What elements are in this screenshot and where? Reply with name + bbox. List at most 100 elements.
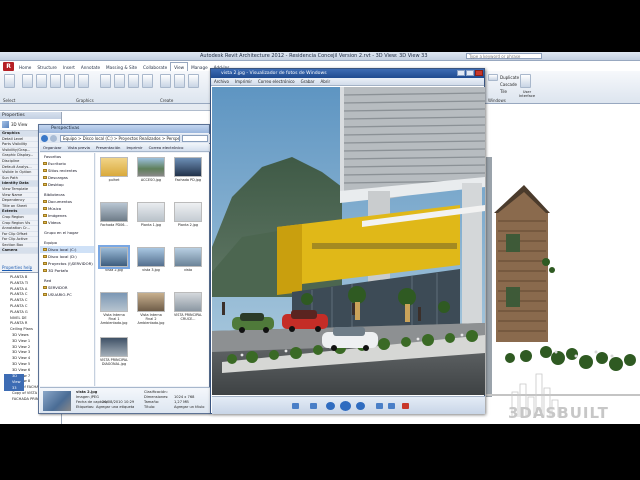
nav-item[interactable]: Disco local (C:): [40, 246, 94, 253]
nav-section-header[interactable]: Red: [40, 277, 94, 284]
minimize-icon[interactable]: [457, 70, 465, 76]
folder-icon: [43, 269, 47, 272]
ribbon-select-button[interactable]: [4, 74, 15, 88]
file-thumbnail[interactable]: vista 3.jpg: [136, 247, 166, 272]
nav-item[interactable]: Desktop: [40, 181, 94, 188]
nav-item[interactable]: 3D Portafo: [40, 267, 94, 274]
nav-item[interactable]: Música: [40, 205, 94, 212]
rotate-right-icon[interactable]: [388, 403, 395, 409]
file-thumbnail[interactable]: vista 2.jpg: [98, 245, 130, 272]
file-name: ACCESO.jpg: [140, 178, 162, 182]
file-thumbnail[interactable]: VISTA PRINCIPAL DIAGONAL.jpg: [99, 337, 129, 366]
ribbon-cascade-button[interactable]: Cascade: [500, 82, 517, 87]
ribbon-tile-button[interactable]: Tile: [500, 89, 507, 94]
image-preview: [137, 202, 165, 222]
file-thumbnail[interactable]: Vista Interna Final 2 Ambientada.jpg: [136, 292, 166, 325]
previous-icon[interactable]: [326, 402, 335, 410]
slideshow-play-icon[interactable]: [340, 401, 351, 411]
ribbon-group-create-label: Create: [160, 98, 174, 103]
image-preview: [100, 292, 128, 312]
zoom-icon[interactable]: [292, 403, 299, 409]
photo-viewer-window: vista 2.jpg - Visualizador de fotos de W…: [210, 68, 485, 414]
ribbon-graphics-button-2[interactable]: [36, 74, 47, 88]
ribbon-user-interface-button[interactable]: [520, 74, 531, 88]
nav-item[interactable]: Escritorio: [40, 160, 94, 167]
nav-item[interactable]: Vídeos: [40, 219, 94, 226]
email-button[interactable]: Correo electrónico: [146, 144, 187, 152]
nav-item[interactable]: Imágenes: [40, 212, 94, 219]
menu-burn[interactable]: Grabar: [298, 78, 318, 86]
slideshow-button[interactable]: Presentación: [93, 144, 123, 152]
menu-open[interactable]: Abrir: [317, 78, 333, 86]
nav-section-header[interactable]: Equipo: [40, 239, 94, 246]
ribbon-create-button-6[interactable]: [188, 74, 199, 88]
tab-view[interactable]: View: [170, 62, 189, 71]
print-button[interactable]: Imprimir: [123, 144, 145, 152]
nav-section-header[interactable]: Grupo en el hogar: [40, 229, 94, 236]
project-browser-item-selected[interactable]: 3D View 33: [4, 374, 24, 392]
file-name: Vista Interna Final 1 Ambientada.jpg: [100, 313, 128, 325]
maximize-icon[interactable]: [466, 70, 474, 76]
nav-item[interactable]: Descargas: [40, 174, 94, 181]
file-thumbnail[interactable]: Fachada PD06...: [99, 202, 129, 227]
delete-icon[interactable]: [402, 403, 409, 409]
nav-item[interactable]: Proyectos (\\SERVIDOR): [40, 260, 94, 267]
menu-file[interactable]: Archivo: [211, 78, 232, 86]
rotate-left-icon[interactable]: [376, 403, 383, 409]
nav-item[interactable]: Documentos: [40, 198, 94, 205]
revit-3d-view-canvas[interactable]: 3DASBUILT: [486, 112, 640, 424]
file-thumbnail[interactable]: Planta 1.jpg: [136, 202, 166, 227]
ribbon-graphics-button-1[interactable]: [22, 74, 33, 88]
ribbon-create-button-1[interactable]: [100, 74, 111, 88]
nav-item[interactable]: SERVIDOR: [40, 284, 94, 291]
menu-print[interactable]: Imprimir: [232, 78, 255, 86]
organize-button[interactable]: Organizar: [40, 144, 65, 152]
file-name: pulhet: [108, 178, 120, 182]
nav-item[interactable]: USUARIO-PC: [40, 291, 94, 298]
file-thumbnail[interactable]: Planta 2.jpg: [173, 202, 203, 227]
ribbon-duplicate-button[interactable]: Duplicate: [500, 75, 519, 80]
ribbon-graphics-button-4[interactable]: [64, 74, 75, 88]
explorer-address-bar[interactable]: Equipo > Disco local (C:) > Proyectos Re…: [60, 135, 180, 142]
detail-date-value: 20/08/2010 10:29: [102, 400, 135, 404]
detail-title-value[interactable]: Agregar un título: [174, 405, 204, 409]
close-icon[interactable]: [475, 70, 483, 76]
photo-render-image[interactable]: [212, 87, 485, 395]
file-thumbnail[interactable]: VISTA PRINCIPAL CRUCE...: [173, 292, 203, 321]
file-thumbnail[interactable]: ACCESO.jpg: [136, 157, 166, 182]
explorer-search-input[interactable]: [182, 135, 208, 142]
folder-icon: [43, 176, 47, 179]
ribbon-group-select-label: Select: [3, 98, 16, 103]
ribbon-create-button-4[interactable]: [160, 74, 171, 88]
forward-arrow-icon[interactable]: [50, 135, 57, 142]
ribbon-create-button-5[interactable]: [174, 74, 185, 88]
ribbon-graphics-button-5[interactable]: [78, 74, 89, 88]
revit-search-input[interactable]: Type a keyword or phrase: [466, 53, 542, 59]
nav-section-header[interactable]: Favoritos: [40, 153, 94, 160]
nav-item[interactable]: Disco local (D:): [40, 253, 94, 260]
file-thumbnail[interactable]: Fachada PD.jpg: [173, 157, 203, 182]
next-icon[interactable]: [356, 402, 365, 410]
ribbon-render-button[interactable]: [142, 74, 153, 88]
revit-application-button[interactable]: R: [3, 62, 14, 71]
folder-icon: [43, 200, 47, 203]
back-arrow-icon[interactable]: [41, 135, 48, 142]
menu-email[interactable]: Correo electrónico: [255, 78, 298, 86]
file-thumbnail[interactable]: vista: [173, 247, 203, 272]
nav-section-header[interactable]: Bibliotecas: [40, 191, 94, 198]
detail-tags-value[interactable]: Agregar una etiqueta: [96, 405, 134, 409]
folder-icon: [43, 183, 47, 186]
actual-size-icon[interactable]: [310, 403, 317, 409]
ribbon-create-button-3[interactable]: [128, 74, 139, 88]
nav-item-label: Bibliotecas: [44, 192, 65, 197]
ribbon-create-button-2[interactable]: [114, 74, 125, 88]
file-thumbnail[interactable]: Vista Interna Final 1 Ambientada.jpg: [99, 292, 129, 325]
detail-file-name: vista 2.jpg: [76, 390, 98, 394]
ribbon-switch-windows-button[interactable]: [488, 74, 498, 81]
nav-item[interactable]: Sitios recientes: [40, 167, 94, 174]
properties-help-link[interactable]: Properties help: [2, 265, 32, 270]
folder-icon: [43, 255, 47, 258]
file-thumbnail[interactable]: pulhet: [99, 157, 129, 182]
preview-button[interactable]: Vista previa: [65, 144, 93, 152]
ribbon-graphics-button-3[interactable]: [50, 74, 61, 88]
